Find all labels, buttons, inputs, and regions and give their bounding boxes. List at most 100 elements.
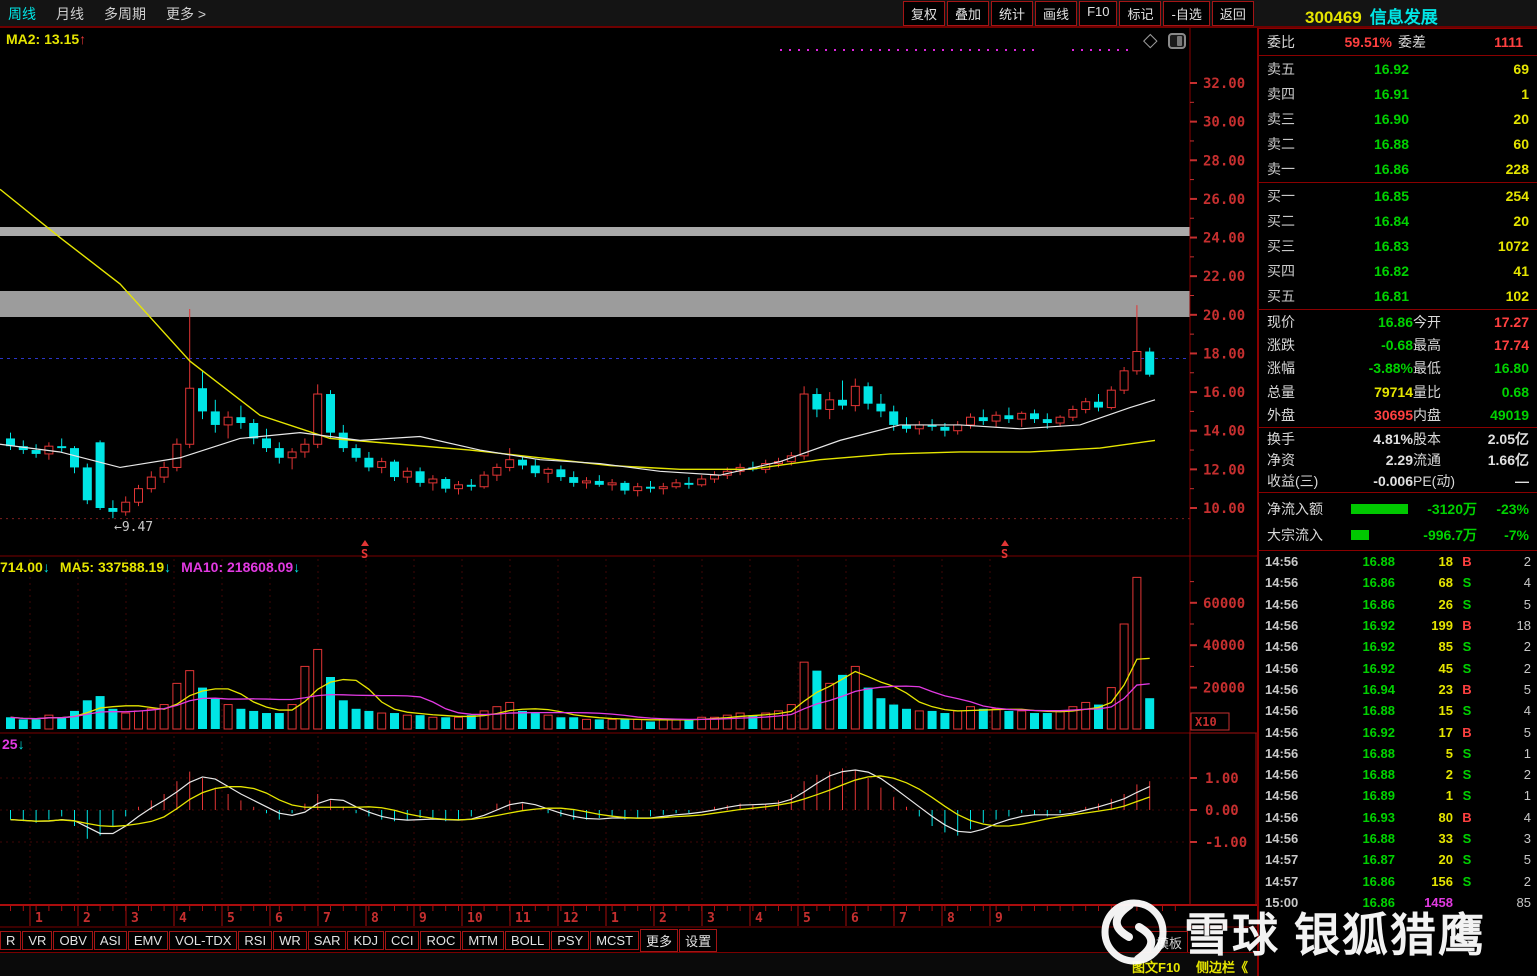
flow-percent: -7%: [1477, 527, 1529, 543]
stat-label: 最高: [1413, 335, 1471, 355]
menu-item-月线[interactable]: 月线: [56, 4, 84, 24]
tick-row: 14:5616.8815S4: [1259, 700, 1537, 721]
indicator-button-CCI[interactable]: CCI: [385, 931, 419, 950]
indicator-button-设置[interactable]: 设置: [679, 929, 717, 952]
level-price: 16.92: [1317, 61, 1409, 77]
tick-time: 14:56: [1265, 746, 1311, 761]
quote-row: 现价16.86今开17.27: [1259, 310, 1537, 333]
tick-side: S: [1453, 831, 1481, 846]
indicator-button-EMV[interactable]: EMV: [128, 931, 168, 950]
indicator-button-VR[interactable]: VR: [22, 931, 52, 950]
tick-count: 4: [1481, 810, 1531, 825]
stat-label: 收益(三): [1267, 471, 1333, 491]
tick-time: 14:56: [1265, 575, 1311, 590]
indicator-button-MCST[interactable]: MCST: [590, 931, 639, 950]
toolbar-button-复权[interactable]: 复权: [903, 1, 945, 26]
level-volume: 20: [1409, 213, 1529, 229]
tick-count: 4: [1481, 575, 1531, 590]
flow-percent: -23%: [1477, 501, 1529, 517]
weicha-label: 委差: [1398, 32, 1448, 52]
stat-value: —: [1471, 473, 1529, 489]
tick-side: S: [1453, 661, 1481, 676]
indicator-button-ASI[interactable]: ASI: [94, 931, 127, 950]
svg-text:11: 11: [515, 911, 531, 926]
tick-time: 14:56: [1265, 682, 1311, 697]
tick-volume: 15: [1395, 703, 1453, 718]
toolbar-button-标记[interactable]: 标记: [1119, 1, 1161, 26]
indicator-button-R[interactable]: R: [0, 931, 21, 950]
financial-row: 净资2.29流通1.66亿: [1259, 449, 1537, 470]
down-arrow-icon: ↓: [293, 559, 300, 575]
tick-price: 16.93: [1311, 810, 1395, 825]
tick-volume: 23: [1395, 682, 1453, 697]
stat-value: -0.68: [1325, 337, 1413, 353]
tick-row: 14:5616.9245S2: [1259, 657, 1537, 678]
menu-item-多周期[interactable]: 多周期: [104, 4, 146, 24]
indicator-button-SAR[interactable]: SAR: [308, 931, 347, 950]
tick-side: B: [1453, 810, 1481, 825]
level-label: 卖三: [1267, 109, 1317, 129]
tick-row: 14:5616.8626S5: [1259, 594, 1537, 615]
weibi-label: 委比: [1267, 32, 1317, 52]
level-label: 买三: [1267, 236, 1317, 256]
panel-toggle-icon[interactable]: [1168, 33, 1186, 49]
down-arrow-icon: ↓: [43, 559, 50, 575]
indicator-button-BOLL[interactable]: BOLL: [505, 931, 550, 950]
toolbar-button-统计[interactable]: 统计: [991, 1, 1033, 26]
menu-item-周线[interactable]: 周线: [8, 4, 36, 24]
svg-text:6: 6: [851, 911, 859, 926]
stat-value: 16.80: [1471, 360, 1529, 376]
toolbar-button-画线[interactable]: 画线: [1035, 1, 1077, 26]
stat-label: 流通: [1413, 450, 1471, 470]
stat-label: 总量: [1267, 382, 1325, 402]
bid-row: 买四16.8241: [1259, 259, 1537, 284]
indicator-button-KDJ[interactable]: KDJ: [347, 931, 384, 950]
indicator-button-MTM[interactable]: MTM: [462, 931, 504, 950]
indicator-button-VOL-TDX[interactable]: VOL-TDX: [169, 931, 237, 950]
bid-row: 买二16.8420: [1259, 208, 1537, 233]
svg-text:22.00: 22.00: [1203, 269, 1245, 285]
toolbar-button-返回[interactable]: 返回: [1212, 1, 1254, 26]
svg-text:1: 1: [611, 911, 619, 926]
chart-area[interactable]: 32.0030.0028.0026.0024.0022.0020.0018.00…: [0, 0, 1257, 928]
tick-side: S: [1453, 852, 1481, 867]
indicator-button-RSI[interactable]: RSI: [238, 931, 272, 950]
svg-text:10: 10: [467, 911, 483, 926]
tick-side: B: [1453, 682, 1481, 697]
toolbar-button-F10[interactable]: F10: [1079, 1, 1117, 26]
flow-bar: [1351, 504, 1408, 514]
menu-item-更多 >[interactable]: 更多 >: [166, 4, 206, 24]
svg-text:9: 9: [995, 911, 1003, 926]
tick-side: S: [1453, 874, 1481, 889]
quote-stats: 现价16.86今开17.27涨跌-0.68最高17.74涨幅-3.88%最低16…: [1259, 309, 1537, 427]
indicator-button-PSY[interactable]: PSY: [551, 931, 589, 950]
tick-side: B: [1453, 554, 1481, 569]
bid-row: 买五16.81102: [1259, 284, 1537, 309]
toolbar-button--自选[interactable]: -自选: [1163, 1, 1209, 26]
level-price: 16.90: [1317, 111, 1409, 127]
toolbar-button-叠加[interactable]: 叠加: [947, 1, 989, 26]
svg-text:4: 4: [755, 911, 763, 926]
tick-list[interactable]: 14:5616.8818B214:5616.8668S414:5616.8626…: [1259, 550, 1537, 913]
top-menu-bar: 周线月线多周期更多 > 复权叠加统计画线F10标记-自选返回 300469信息发…: [0, 0, 1537, 28]
svg-text:1: 1: [35, 911, 43, 926]
svg-text:3: 3: [707, 911, 715, 926]
stat-label: 股本: [1413, 429, 1471, 449]
svg-text:7: 7: [323, 911, 331, 926]
flow-label: 净流入额: [1267, 499, 1351, 519]
indicator-button-更多[interactable]: 更多: [640, 929, 678, 952]
tick-price: 16.87: [1311, 852, 1395, 867]
quote-row: 涨跌-0.68最高17.74: [1259, 333, 1537, 356]
indicator-button-ROC[interactable]: ROC: [420, 931, 461, 950]
indicator-button-OBV[interactable]: OBV: [53, 931, 92, 950]
bid-row: 买三16.831072: [1259, 233, 1537, 258]
level-price: 16.84: [1317, 213, 1409, 229]
diamond-icon[interactable]: ◇: [1143, 32, 1158, 50]
indicator-button-WR[interactable]: WR: [273, 931, 307, 950]
tick-time: 14:56: [1265, 597, 1311, 612]
tick-count: 2: [1481, 639, 1531, 654]
ask-row: 卖三16.9020: [1259, 106, 1537, 131]
level-label: 卖一: [1267, 159, 1317, 179]
level-price: 16.88: [1317, 136, 1409, 152]
tick-count: 2: [1481, 661, 1531, 676]
